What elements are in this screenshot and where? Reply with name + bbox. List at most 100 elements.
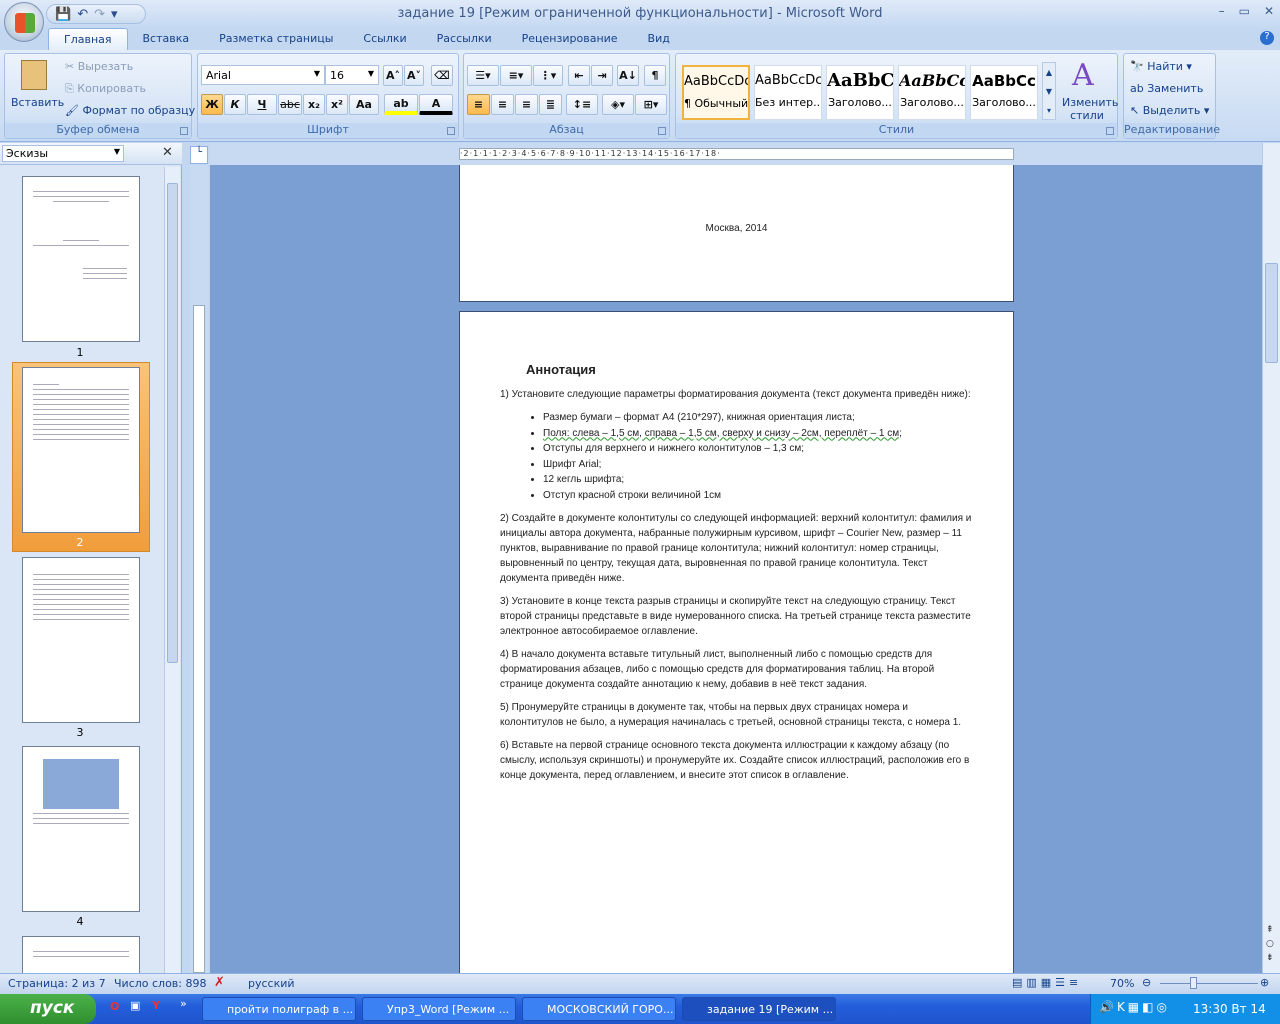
change-styles-button[interactable]: Изменить стили (1062, 96, 1118, 122)
taskbar-item[interactable]: пройти полиграф в ... (202, 997, 356, 1021)
align-right-icon[interactable]: ≡ (515, 94, 538, 115)
document-scrollbar[interactable]: ⇞ ○ ⇟ (1262, 143, 1280, 973)
styles-scroll[interactable]: ▲ ▼ ▾ (1042, 62, 1056, 120)
dialog-launcher-icon[interactable] (180, 127, 188, 135)
tab-insert[interactable]: Вставка (128, 28, 205, 50)
clear-formatting-icon[interactable]: ⌫ (431, 65, 453, 86)
zoom-slider-thumb[interactable] (1189, 977, 1197, 989)
style-heading-2[interactable]: AaBbCc Заголово... (898, 65, 966, 120)
horizontal-ruler[interactable]: ·2·1·1·1·2·3·4·5·6·7·8·9·10·11·12·13·14·… (210, 143, 1262, 165)
language[interactable]: русский (248, 977, 295, 990)
document-area[interactable]: Москва, 2014 Аннотация 1) Установите сле… (210, 165, 1262, 973)
page-2: Аннотация 1) Установите следующие параме… (459, 311, 1014, 973)
justify-icon[interactable]: ≣ (539, 94, 562, 115)
office-button[interactable] (4, 2, 44, 42)
select-button[interactable]: Выделить (1143, 104, 1201, 117)
zoom-level[interactable]: 70% (1110, 977, 1134, 990)
strikethrough-button[interactable]: abc (278, 94, 302, 115)
save-icon[interactable]: ▣ (130, 999, 140, 1012)
thumbnails-scrollbar[interactable] (164, 167, 180, 973)
help-icon[interactable]: ? (1260, 31, 1274, 45)
tab-view[interactable]: Вид (633, 28, 685, 50)
format-painter-button[interactable]: Формат по образцу (82, 104, 195, 117)
multilevel-list-icon[interactable]: ⋮▾ (533, 65, 563, 86)
page-thumbnail[interactable] (22, 176, 140, 342)
copy-button[interactable]: Копировать (77, 82, 146, 95)
grow-font-button[interactable]: A˄ (383, 65, 403, 86)
superscript-button[interactable]: x² (326, 94, 348, 115)
bullets-icon[interactable]: ☰▾ (467, 65, 499, 86)
close-pane-icon[interactable]: ✕ (162, 145, 173, 160)
restore-button[interactable]: ▭ (1239, 4, 1250, 18)
style-normal[interactable]: AaBbCcDc ¶ Обычный (682, 65, 750, 120)
word-count[interactable]: Число слов: 898 (114, 977, 207, 990)
replace-button[interactable]: Заменить (1147, 82, 1203, 95)
tab-selector[interactable]: └ (190, 146, 208, 164)
page-thumbnail[interactable] (22, 936, 140, 976)
page-thumbnail[interactable] (22, 746, 140, 912)
scroll-thumb[interactable] (1265, 263, 1278, 363)
redo-icon[interactable]: ↷ (94, 7, 105, 22)
tab-home[interactable]: Главная (48, 28, 128, 50)
more-icon[interactable]: » (180, 997, 187, 1010)
page-count[interactable]: Страница: 2 из 7 (8, 977, 106, 990)
increase-indent-icon[interactable]: ⇥ (591, 65, 613, 86)
font-name-combo[interactable]: Arial ▼ (201, 65, 325, 85)
dialog-launcher-icon[interactable] (1106, 127, 1114, 135)
shrink-font-button[interactable]: A˅ (404, 65, 424, 86)
style-no-spacing[interactable]: AaBbCcDc Без интер... (754, 65, 822, 120)
page-thumbnail[interactable] (22, 557, 140, 723)
tab-references[interactable]: Ссылки (348, 28, 421, 50)
highlight-icon[interactable]: ab (384, 94, 418, 115)
zoom-out-icon[interactable]: ⊖ (1142, 976, 1151, 989)
font-color-icon[interactable]: A (419, 94, 453, 115)
line-spacing-icon[interactable]: ↕≡ (566, 94, 598, 115)
browse-buttons[interactable]: ⇞ ○ ⇟ (1266, 923, 1274, 965)
sort-icon[interactable]: A↓ (617, 65, 639, 86)
yandex-icon[interactable]: Y (152, 999, 160, 1012)
customize-qat-icon[interactable]: ▾ (111, 7, 118, 22)
view-buttons[interactable]: ▤▥▦☰≡ (1012, 976, 1082, 989)
italic-button[interactable]: К (224, 94, 246, 115)
scroll-thumb[interactable] (167, 183, 178, 663)
align-left-icon[interactable]: ≡ (467, 94, 490, 115)
taskbar-item[interactable]: МОСКОВСКИЙ ГОРО... (522, 997, 676, 1021)
zoom-in-icon[interactable]: ⊕ (1260, 976, 1269, 989)
cut-button[interactable]: Вырезать (78, 60, 133, 73)
tab-page-layout[interactable]: Разметка страницы (204, 28, 348, 50)
change-case-button[interactable]: Aa (349, 94, 379, 115)
navigation-view-dropdown[interactable]: Эскизы ▼ (2, 145, 124, 162)
show-marks-button[interactable]: ¶ (644, 65, 666, 86)
decrease-indent-icon[interactable]: ⇤ (568, 65, 590, 86)
taskbar-item[interactable]: Упр3_Word [Режим ... (362, 997, 516, 1021)
dialog-launcher-icon[interactable] (658, 127, 666, 135)
start-button[interactable]: пуск (0, 994, 96, 1024)
subscript-button[interactable]: x₂ (303, 94, 325, 115)
align-center-icon[interactable]: ≡ (491, 94, 514, 115)
save-icon[interactable]: 💾 (55, 7, 71, 22)
vertical-ruler[interactable] (190, 165, 208, 973)
paste-button[interactable]: Вставить (11, 96, 64, 109)
page-thumbnail[interactable] (22, 367, 140, 533)
minimize-button[interactable]: – (1219, 4, 1225, 18)
taskbar-item[interactable]: задание 19 [Режим ... (682, 997, 836, 1021)
dialog-launcher-icon[interactable] (447, 127, 455, 135)
group-label: Стили (676, 123, 1117, 138)
tray-icons[interactable]: 🔊K▦◧◎ (1099, 1000, 1170, 1014)
proofing-icon[interactable]: ✗ (214, 975, 225, 990)
numbering-icon[interactable]: ≡▾ (500, 65, 532, 86)
style-heading-1[interactable]: AaBbC Заголово... (826, 65, 894, 120)
borders-icon[interactable]: ⊞▾ (635, 94, 667, 115)
find-button[interactable]: Найти (1147, 60, 1183, 73)
zoom-slider[interactable] (1160, 983, 1258, 984)
underline-button[interactable]: Ч (247, 94, 277, 115)
bold-button[interactable]: Ж (201, 94, 223, 115)
tab-review[interactable]: Рецензирование (507, 28, 633, 50)
font-size-combo[interactable]: 16 ▼ (325, 65, 379, 85)
style-heading-3[interactable]: AaBbCc Заголово... (970, 65, 1038, 120)
tab-mailings[interactable]: Рассылки (422, 28, 507, 50)
undo-icon[interactable]: ↶ (77, 7, 88, 22)
opera-icon[interactable]: O (110, 1000, 119, 1013)
close-button[interactable]: ✕ (1264, 4, 1274, 18)
shading-icon[interactable]: ◈▾ (602, 94, 634, 115)
